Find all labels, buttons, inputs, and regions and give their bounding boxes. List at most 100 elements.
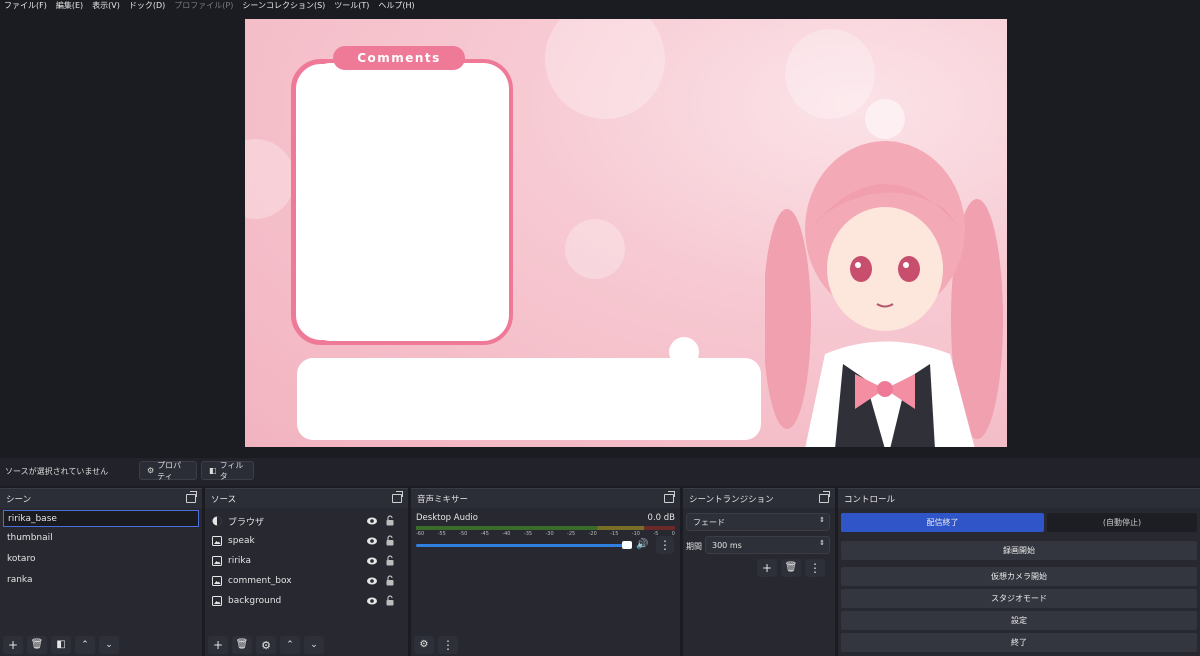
duration-label: 期間	[686, 542, 702, 551]
menu-profile[interactable]: プロファイル(P)	[174, 0, 233, 11]
remove-scene-button[interactable]: 🗑	[27, 636, 47, 654]
chevron-up-icon: ⌃	[286, 639, 294, 650]
scenes-dock-header: シーン	[0, 489, 202, 508]
filters-button[interactable]: ◧ フィルタ	[201, 461, 254, 481]
scenes-dock: シーン ririka_base thumbnail kotaro ranka +…	[0, 488, 202, 656]
exit-button[interactable]: 終了	[841, 633, 1197, 652]
sources-dock-header: ソース	[205, 489, 408, 508]
stop-streaming-button[interactable]: 配信終了	[841, 513, 1044, 532]
source-item[interactable]: speak	[205, 531, 408, 551]
settings-button[interactable]: 設定	[841, 611, 1197, 630]
visibility-eye-icon[interactable]	[367, 576, 377, 586]
audio-mixer-dock: 音声ミキサー Desktop Audio 0.0 dB -60 -55 -50 …	[411, 488, 680, 656]
visibility-eye-icon[interactable]	[367, 516, 377, 526]
controls-dock-header: コントロール	[838, 489, 1200, 508]
menu-tools[interactable]: ツール(T)	[334, 0, 369, 11]
move-scene-down-button[interactable]: ⌄	[99, 636, 119, 654]
undock-icon[interactable]	[186, 491, 197, 503]
undock-icon[interactable]	[819, 491, 830, 503]
add-source-button[interactable]: +	[208, 636, 228, 654]
menu-bar: ファイル(F) 編集(E) 表示(V) ドック(D) プロファイル(P) シーン…	[0, 0, 1200, 11]
volume-slider-handle[interactable]	[622, 541, 632, 549]
image-icon	[212, 536, 222, 546]
auto-stop-button[interactable]: (自動停止)	[1047, 513, 1197, 532]
comment-box-title: Comments	[333, 46, 465, 70]
spinner-arrows-icon: ⇕	[819, 516, 825, 524]
remove-transition-button[interactable]: 🗑	[781, 559, 801, 577]
menu-file[interactable]: ファイル(F)	[4, 0, 47, 11]
menu-edit[interactable]: 編集(E)	[56, 0, 83, 11]
transition-select[interactable]: フェード ⇕	[686, 513, 830, 531]
properties-button[interactable]: ⚙ プロパティ	[139, 461, 197, 481]
move-scene-up-button[interactable]: ⌃	[75, 636, 95, 654]
source-item[interactable]: comment_box	[205, 571, 408, 591]
blossom-decoration	[785, 29, 875, 119]
mixer-menu-button[interactable]: ⋮	[438, 636, 458, 654]
undock-icon[interactable]	[392, 491, 403, 503]
menu-view[interactable]: 表示(V)	[92, 0, 120, 11]
plus-icon: +	[212, 638, 224, 652]
source-item[interactable]: ririka	[205, 551, 408, 571]
image-icon	[212, 556, 222, 566]
image-icon	[212, 596, 222, 606]
sources-title: ソース	[211, 494, 237, 505]
audio-db-value: 0.0 dB	[647, 513, 675, 523]
blossom-decoration	[545, 19, 665, 119]
source-properties-button[interactable]: ⚙	[256, 636, 276, 654]
menu-dock[interactable]: ドック(D)	[129, 0, 165, 11]
scenes-title: シーン	[6, 494, 32, 505]
gear-icon: ⚙	[147, 466, 155, 475]
lock-icon[interactable]	[386, 555, 394, 566]
sources-dock: ソース ブラウザ speak ririka comment_box backgr…	[205, 488, 408, 656]
controls-title: コントロール	[844, 494, 896, 505]
source-item[interactable]: background	[205, 591, 408, 611]
scene-filters-button[interactable]: ◧	[51, 636, 71, 654]
scene-item[interactable]: ranka	[0, 569, 202, 590]
preview-canvas[interactable]: Comments	[245, 19, 1007, 447]
add-scene-button[interactable]: +	[3, 636, 23, 654]
scene-item[interactable]: kotaro	[0, 548, 202, 569]
scene-item[interactable]: ririka_base	[3, 510, 199, 527]
chevron-down-icon: ⌄	[310, 639, 318, 650]
audio-track-menu-button[interactable]: ⋮	[656, 536, 674, 554]
plus-icon: +	[761, 561, 773, 575]
scene-transitions-dock-header: シーントランジション	[683, 489, 835, 508]
advanced-audio-button[interactable]: ⚙	[414, 636, 434, 654]
scene-transitions-title: シーントランジション	[689, 494, 774, 505]
scenes-toolbar: + 🗑 ◧ ⌃ ⌄	[3, 636, 119, 654]
trash-icon: 🗑	[784, 562, 798, 573]
gear-icon: ⚙	[261, 638, 271, 652]
menu-help[interactable]: ヘルプ(H)	[378, 0, 414, 11]
speaker-icon[interactable]: 🔊	[636, 539, 648, 550]
move-source-down-button[interactable]: ⌄	[304, 636, 324, 654]
add-transition-button[interactable]: +	[757, 559, 777, 577]
character-illustration	[765, 141, 1003, 447]
move-source-up-button[interactable]: ⌃	[280, 636, 300, 654]
menu-scene-collection[interactable]: シーンコレクション(S)	[242, 0, 325, 11]
scene-item[interactable]: thumbnail	[0, 527, 202, 548]
source-toolbar: ソースが選択されていません ⚙ プロパティ ◧ フィルタ	[0, 458, 1200, 486]
chevron-down-icon: ⌄	[105, 639, 113, 650]
source-item[interactable]: ブラウザ	[205, 511, 408, 531]
start-virtual-camera-button[interactable]: 仮想カメラ開始	[841, 567, 1197, 586]
lock-icon[interactable]	[386, 575, 394, 586]
meter-ticks: -60 -55 -50 -45 -40 -35 -30 -25 -20 -15 …	[416, 531, 675, 537]
duration-input[interactable]: 300 ms ⇕	[705, 536, 830, 554]
audio-track-name: Desktop Audio	[416, 513, 478, 523]
visibility-eye-icon[interactable]	[367, 556, 377, 566]
plus-icon: +	[7, 638, 19, 652]
transition-menu-button[interactable]: ⋮	[805, 559, 825, 577]
remove-source-button[interactable]: 🗑	[232, 636, 252, 654]
lock-icon[interactable]	[386, 535, 394, 546]
visibility-eye-icon[interactable]	[367, 536, 377, 546]
trash-icon: 🗑	[30, 639, 44, 650]
visibility-eye-icon[interactable]	[367, 596, 377, 606]
lock-icon[interactable]	[386, 595, 394, 606]
start-recording-button[interactable]: 録画開始	[841, 541, 1197, 560]
volume-slider[interactable]	[416, 544, 626, 547]
audio-mixer-dock-header: 音声ミキサー	[411, 489, 680, 508]
studio-mode-button[interactable]: スタジオモード	[841, 589, 1197, 608]
undock-icon[interactable]	[664, 491, 675, 503]
filter-icon: ◧	[209, 466, 217, 475]
lock-icon[interactable]	[386, 515, 394, 526]
